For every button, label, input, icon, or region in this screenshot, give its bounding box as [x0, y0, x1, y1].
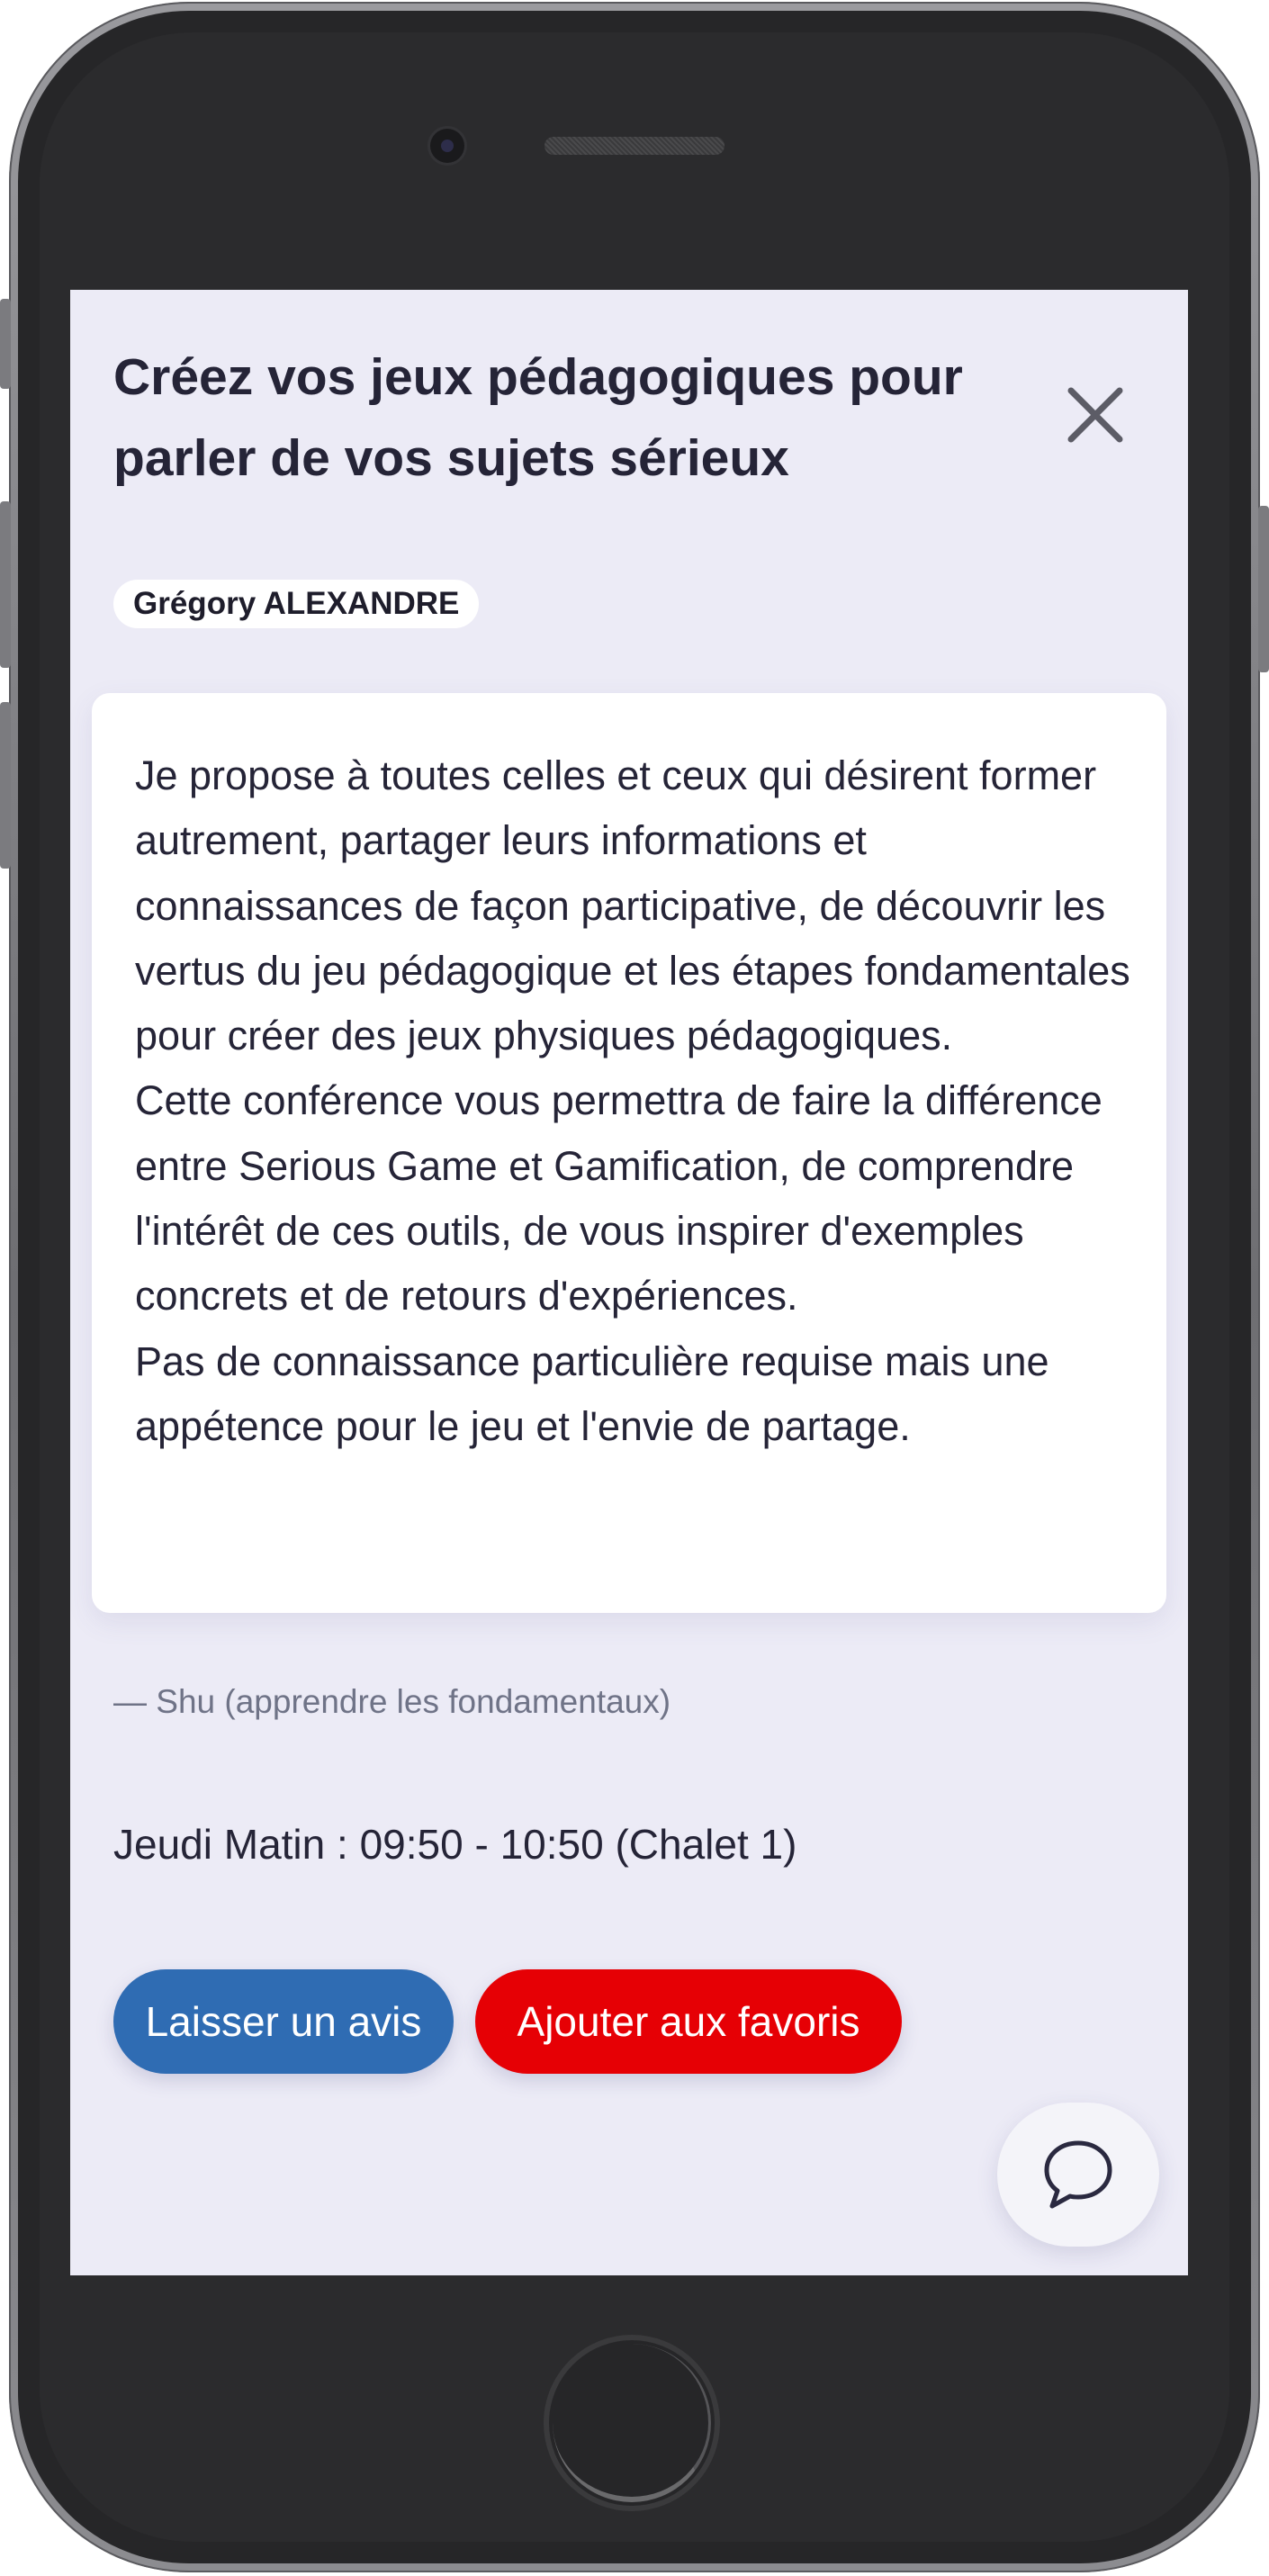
- session-detail-screen: Créez vos jeux pédagogiques pour parler …: [70, 290, 1188, 2275]
- speaker-badge[interactable]: Grégory ALEXANDRE: [113, 580, 480, 628]
- chat-bubble-icon: [1044, 2140, 1112, 2209]
- add-to-favorites-button[interactable]: Ajouter aux favoris: [475, 1969, 902, 2074]
- session-schedule: Jeudi Matin : 09:50 - 10:50 (Chalet 1): [113, 1821, 797, 1868]
- description-card: Je propose à toutes celles et ceux qui d…: [92, 693, 1166, 1613]
- session-description: Je propose à toutes celles et ceux qui d…: [135, 704, 1134, 1459]
- volume-down-button: [0, 702, 11, 869]
- power-button: [1258, 506, 1269, 672]
- home-button[interactable]: [544, 2335, 720, 2511]
- leave-review-button[interactable]: Laisser un avis: [113, 1969, 454, 2074]
- close-icon[interactable]: [1062, 382, 1129, 448]
- description-paragraph: Cette conférence vous permettra de faire…: [135, 1077, 1102, 1320]
- session-level: — Shu (apprendre les fondamentaux): [113, 1683, 671, 1720]
- front-camera: [430, 129, 464, 163]
- earpiece-speaker: [544, 137, 724, 155]
- description-paragraph: Je propose à toutes celles et ceux qui d…: [135, 752, 1130, 1059]
- session-title: Créez vos jeux pédagogiques pour parler …: [113, 348, 963, 487]
- side-button: [0, 299, 11, 389]
- description-paragraph: Pas de connaissance particulière requise…: [135, 1338, 1049, 1449]
- chat-button[interactable]: [997, 2103, 1159, 2247]
- volume-up-button: [0, 501, 11, 668]
